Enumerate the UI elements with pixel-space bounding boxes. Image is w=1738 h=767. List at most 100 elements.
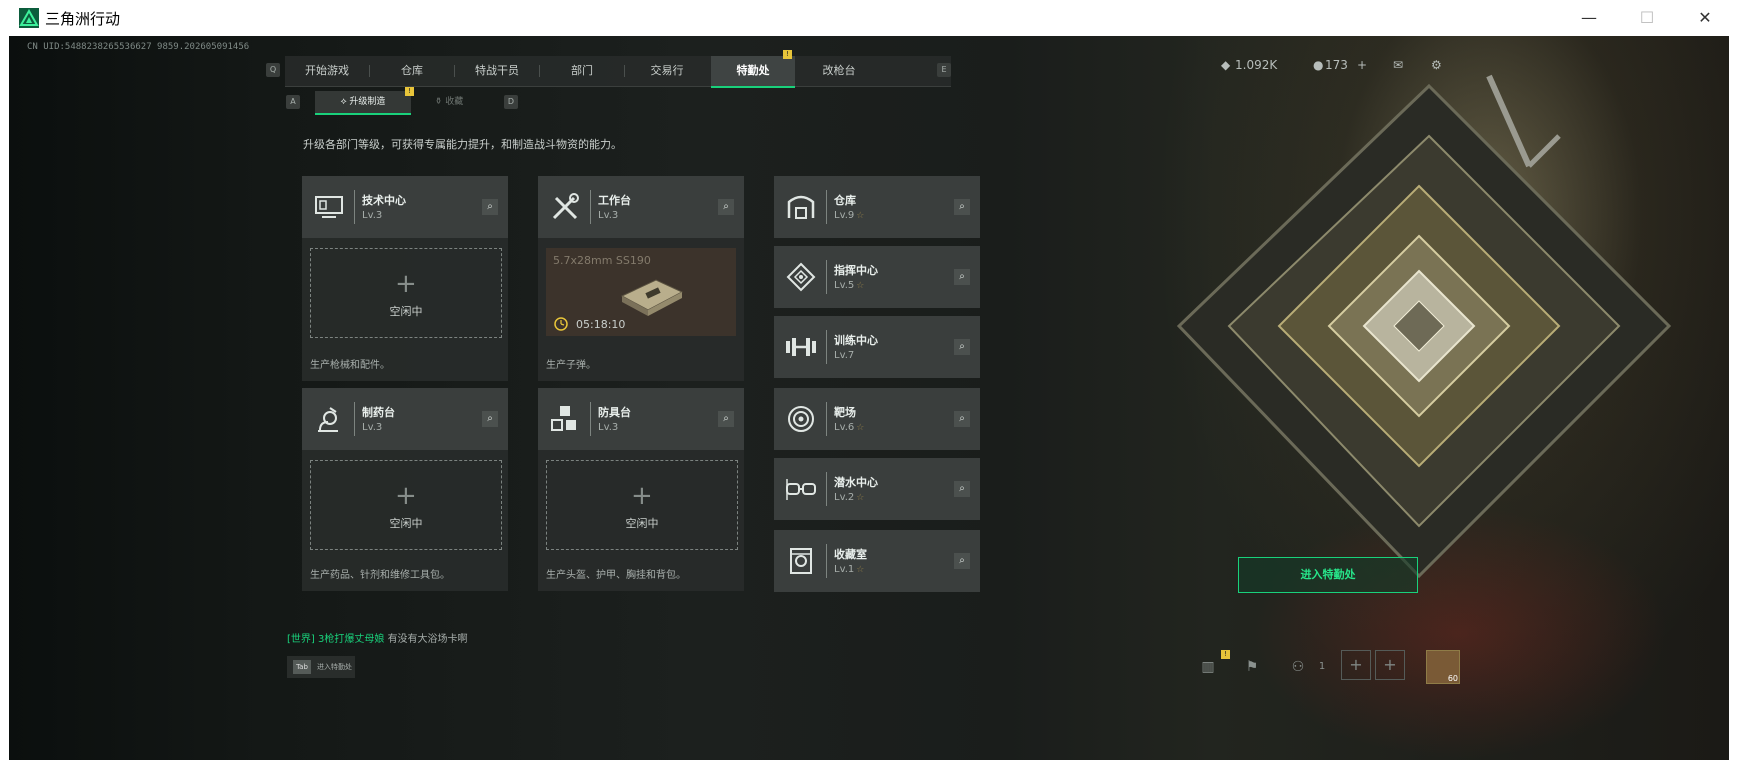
enter-special-ops-button[interactable]: 进入特勤处 [1238, 557, 1418, 593]
search-icon[interactable]: ⌕ [718, 411, 734, 427]
page-description: 升级各部门等级，可获得专属能力提升，和制造战斗物资的能力。 [303, 138, 622, 151]
add-teammate-button[interactable]: + [1341, 650, 1371, 680]
cn-uid-label: CN UID:5488238265536627 9859.20260509145… [27, 42, 250, 52]
tab-key: Tab [293, 660, 311, 674]
add-teammate-button[interactable]: + [1375, 650, 1405, 680]
chat-channel: [世界] [287, 634, 315, 645]
subnav-prev-key-hint: A [286, 95, 300, 109]
facility-card-tech-center[interactable]: 技术中心 Lv.3 ⌕ + 空闲中 生产枪械和配件。 [302, 176, 508, 381]
production-slot-active[interactable]: 5.7x28mm SS190 05:18:10 [546, 248, 736, 336]
facility-card-pharmacy[interactable]: 制药台 Lv.3 ⌕ + 空闲中 生产药品、针剂和维修工具包。 [302, 388, 508, 591]
department-card-warehouse[interactable]: 仓库 Lv.9 ☆ ⌕ [774, 176, 980, 238]
vault-icon [790, 548, 812, 574]
search-icon[interactable]: ⌕ [954, 339, 970, 355]
close-button[interactable]: ✕ [1677, 0, 1733, 36]
tab-special-ops-badge: ! [783, 50, 792, 59]
subtab-collection[interactable]: ⚱ 收藏 [413, 91, 485, 113]
top-nav: 开始游戏 仓库 特战干员 部门 交易行 特勤处 ! 改枪台 [285, 50, 951, 88]
tab-key-hint[interactable]: Tab 进入特勤处 [287, 656, 355, 678]
department-level: Lv.1 ☆ [834, 564, 865, 575]
tab-hint-label: 进入特勤处 [317, 663, 352, 671]
department-card-dive-center[interactable]: 潜水中心 Lv.2 ☆ ⌕ [774, 458, 980, 520]
computer-icon [315, 196, 343, 218]
department-level: Lv.9 ☆ [834, 210, 865, 221]
dive-mask-icon [786, 479, 816, 500]
settings-gear-icon[interactable]: ⚙ [1431, 58, 1442, 72]
tab-gunsmith[interactable]: 改枪台 [797, 56, 881, 86]
avatar-level: 60 [1447, 674, 1458, 683]
facility-name: 制药台 [362, 406, 395, 419]
facility-card-armor-bench[interactable]: 防具台 Lv.3 ⌕ + 空闲中 生产头盔、护甲、胸挂和背包。 [538, 388, 744, 591]
slot-status: 空闲中 [389, 517, 423, 530]
department-card-shooting-range[interactable]: 靶场 Lv.6 ☆ ⌕ [774, 388, 980, 450]
facility-level: Lv.3 [598, 210, 619, 221]
search-icon[interactable]: ⌕ [482, 199, 498, 215]
department-card-header: 靶场 Lv.6 ☆ ⌕ [774, 388, 980, 450]
add-coins-button[interactable]: + [1357, 58, 1367, 72]
production-slot-empty[interactable]: + 空闲中 [310, 460, 502, 550]
plus-icon: + [395, 269, 417, 299]
friends-icon[interactable]: ⚇ [1285, 654, 1311, 680]
tab-operators[interactable]: 特战干员 [455, 56, 539, 86]
department-card-collection-room[interactable]: 收藏室 Lv.1 ☆ ⌕ [774, 530, 980, 592]
search-icon[interactable]: ⌕ [482, 411, 498, 427]
nav-next-key-hint: E [937, 63, 951, 77]
flag-icon[interactable]: ⚑ [1239, 654, 1265, 680]
facility-level: Lv.3 [598, 422, 619, 433]
chat-message[interactable]: [世界] 3枪打爆丈母娘 有没有大浴场卡啊 [287, 630, 468, 645]
department-name: 指挥中心 [834, 264, 878, 277]
department-name: 潜水中心 [834, 476, 878, 489]
production-slot-empty[interactable]: + 空闲中 [310, 248, 502, 338]
search-icon[interactable]: ⌕ [954, 481, 970, 497]
chat-text: 有没有大浴场卡啊 [387, 634, 468, 645]
search-icon[interactable]: ⌕ [954, 411, 970, 427]
stats-chart-icon[interactable]: ▥ [1195, 654, 1221, 680]
maximize-button[interactable]: ☐ [1619, 0, 1675, 36]
production-timer: 05:18:10 [576, 318, 626, 331]
tab-warehouse[interactable]: 仓库 [370, 56, 454, 86]
department-card-training-center[interactable]: 训练中心 Lv.7 ⌕ [774, 316, 980, 378]
facility-description: 生产药品、针剂和维修工具包。 [310, 570, 450, 581]
facility-description: 生产头盔、护甲、胸挂和背包。 [546, 570, 686, 581]
search-icon[interactable]: ⌕ [718, 199, 734, 215]
plus-icon: + [631, 481, 653, 511]
subtab-upgrade-craft[interactable]: ⟡ 升级制造 [315, 91, 411, 115]
slot-status: 空闲中 [625, 517, 659, 530]
card-divider [826, 472, 827, 506]
search-icon[interactable]: ⌕ [954, 553, 970, 569]
app-logo-icon [19, 8, 39, 28]
minimize-button[interactable]: — [1561, 0, 1617, 36]
microscope-icon [318, 407, 338, 432]
mail-icon[interactable]: ✉ [1393, 58, 1403, 72]
department-name: 仓库 [834, 194, 856, 207]
department-card-header: 仓库 Lv.9 ☆ ⌕ [774, 176, 980, 238]
subnav-next-key-hint: D [504, 95, 518, 109]
search-icon[interactable]: ⌕ [954, 269, 970, 285]
avatar[interactable]: 60 [1426, 650, 1460, 684]
facility-card-header: 技术中心 Lv.3 ⌕ [302, 176, 508, 238]
trophy-icon: ⚱ [434, 97, 446, 107]
facility-level: Lv.3 [362, 210, 383, 221]
background-cube-structure [1176, 74, 1672, 579]
tab-start-game[interactable]: 开始游戏 [285, 56, 369, 86]
tab-trading[interactable]: 交易行 [625, 56, 709, 86]
nav-prev-key-hint: Q [266, 63, 280, 77]
department-card-header: 训练中心 Lv.7 ⌕ [774, 316, 980, 378]
department-level: Lv.7 [834, 350, 855, 361]
window-titlebar: 三角洲行动 — ☐ ✕ [9, 0, 1729, 37]
friends-count: 1 [1318, 661, 1326, 672]
department-card-command-center[interactable]: 指挥中心 Lv.5 ☆ ⌕ [774, 246, 980, 308]
currency-icon: ◆ [1221, 58, 1231, 72]
tab-special-ops[interactable]: 特勤处 [711, 56, 795, 88]
subtab-collection-label: 收藏 [445, 97, 464, 107]
search-icon[interactable]: ⌕ [954, 199, 970, 215]
production-slot-empty[interactable]: + 空闲中 [546, 460, 738, 550]
card-divider [354, 190, 355, 224]
card-divider [826, 260, 827, 294]
tab-departments[interactable]: 部门 [540, 56, 624, 86]
department-name: 收藏室 [834, 548, 867, 561]
facility-description: 生产子弹。 [546, 360, 596, 371]
department-level: Lv.5 ☆ [834, 280, 865, 291]
card-divider [826, 190, 827, 224]
facility-card-workbench[interactable]: 工作台 Lv.3 ⌕ 5.7x28mm SS190 05:18:10 生产子弹。 [538, 176, 744, 381]
